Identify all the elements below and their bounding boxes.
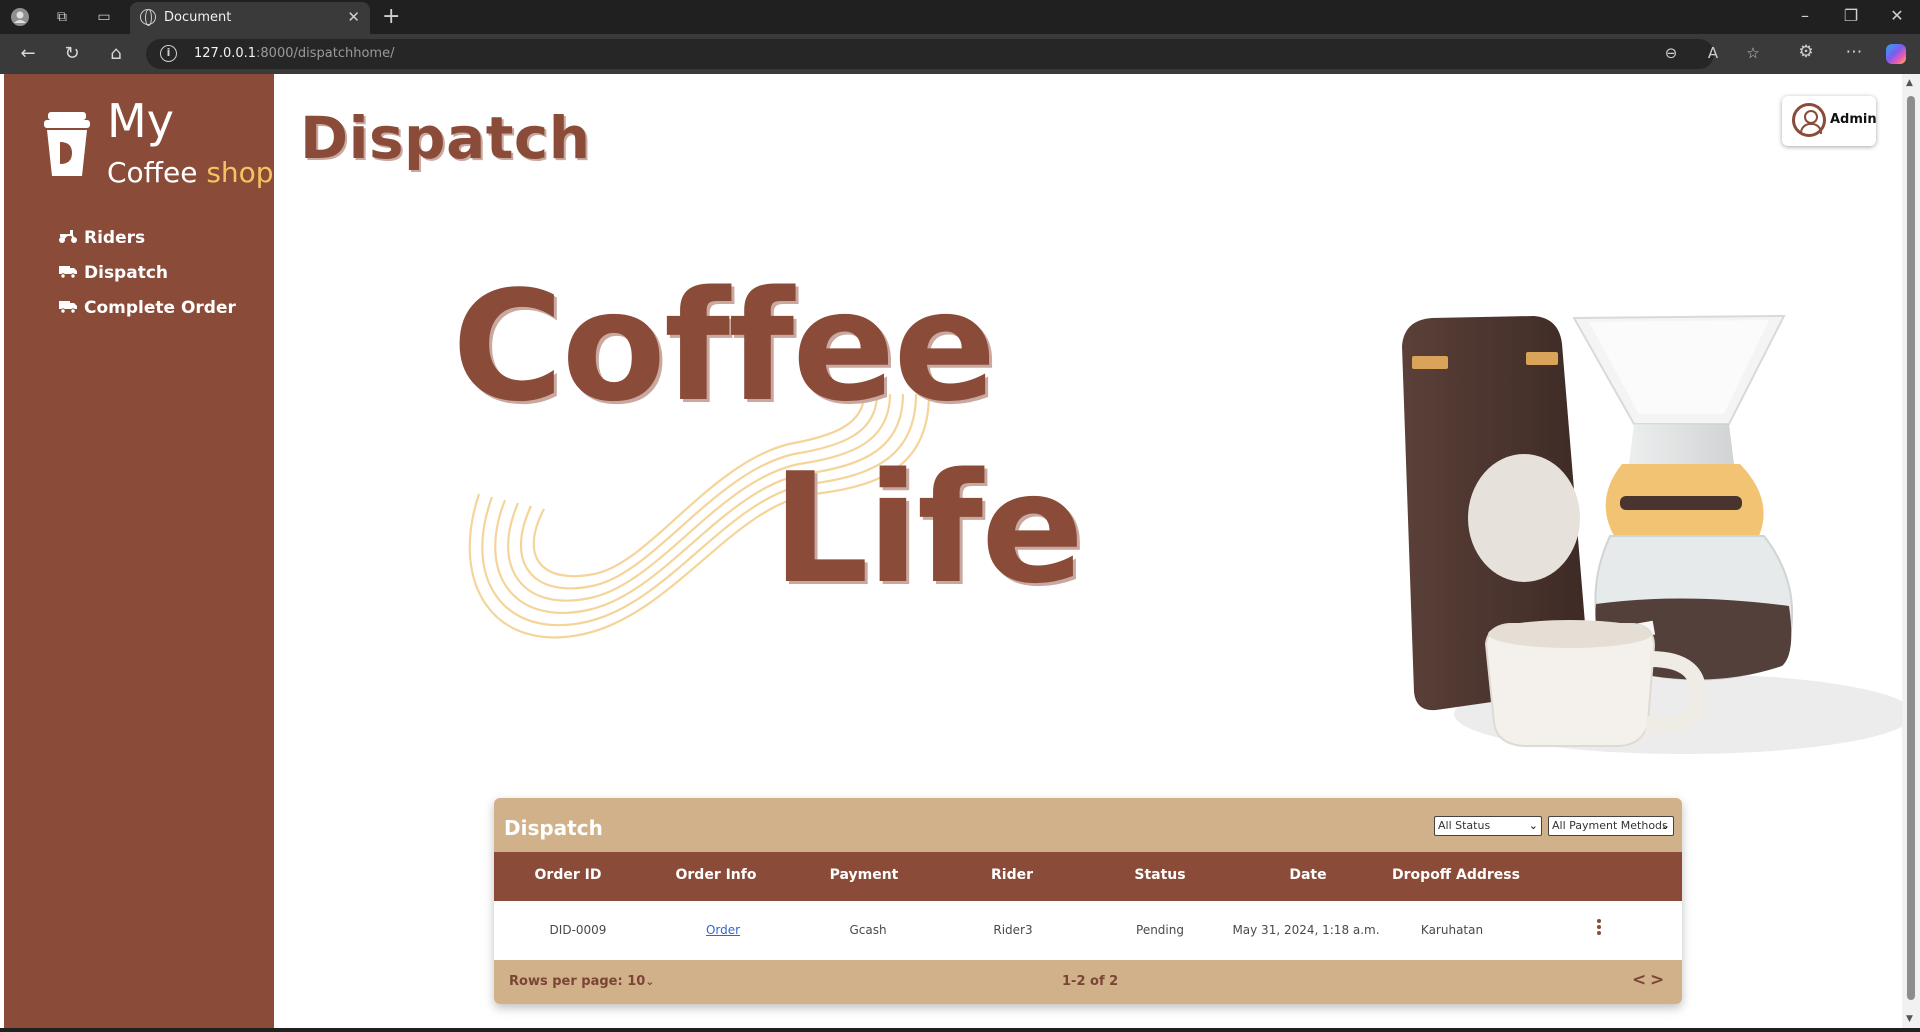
- globe-icon: [140, 9, 156, 26]
- status-filter-value: All Status: [1438, 819, 1491, 832]
- back-icon[interactable]: ←: [16, 43, 40, 64]
- rows-per-page-select[interactable]: Rows per page: 10⌄: [509, 974, 655, 989]
- previous-page-button[interactable]: <: [1632, 970, 1646, 990]
- close-window-icon[interactable]: ✕: [1882, 6, 1912, 25]
- delivery-truck-icon: [58, 298, 80, 318]
- tab-title: Document: [164, 10, 232, 25]
- restore-icon[interactable]: ❐: [1836, 6, 1866, 25]
- site-info-icon[interactable]: i: [160, 45, 177, 62]
- profile-icon[interactable]: [10, 7, 30, 27]
- workspaces-icon[interactable]: ⧉: [52, 7, 72, 27]
- logo-text-shop: shop: [206, 156, 274, 189]
- chevron-down-icon: ⌄: [1528, 819, 1538, 832]
- cell-dropoff-address: Karuhatan: [1420, 923, 1484, 937]
- chevron-down-icon: ⌄: [645, 975, 655, 988]
- favorite-star-icon[interactable]: ☆: [1742, 44, 1764, 62]
- table-title: Dispatch: [504, 816, 603, 840]
- close-tab-icon[interactable]: ✕: [347, 8, 360, 26]
- sidebar-item-label: Complete Order: [84, 297, 236, 318]
- cell-payment: Gcash: [849, 923, 887, 937]
- hero-text-life: Life: [772, 440, 1084, 617]
- sidebar: My Coffee shop Riders Dispatch Complete …: [4, 74, 274, 1028]
- sidebar-item-complete-order[interactable]: Complete Order: [58, 290, 236, 325]
- sidebar-item-dispatch[interactable]: Dispatch: [58, 255, 236, 290]
- new-tab-icon[interactable]: +: [382, 4, 400, 29]
- more-menu-icon[interactable]: ⋯: [1842, 42, 1866, 62]
- logo-text-coffee: Coffee shop: [107, 156, 274, 189]
- scroll-up-icon[interactable]: ▲: [1906, 78, 1913, 88]
- coffee-illustration: [1402, 314, 1902, 754]
- scroll-down-icon[interactable]: ▼: [1906, 1014, 1913, 1024]
- tab-actions-icon[interactable]: ▭: [94, 7, 114, 27]
- read-aloud-icon[interactable]: A: [1702, 44, 1724, 62]
- table-header-bar: Dispatch All Status ⌄ All Payment Method…: [494, 798, 1682, 852]
- rows-per-page-label: Rows per page: 10: [509, 974, 646, 989]
- browser-titlebar: ⧉ ▭ Document ✕ + – ❐ ✕: [0, 0, 1920, 34]
- hero-text-coffee: Coffee: [452, 258, 996, 435]
- column-header-dropoff-address[interactable]: Dropoff Address: [1392, 867, 1520, 883]
- status-filter-select[interactable]: All Status ⌄: [1434, 816, 1542, 836]
- zoom-icon[interactable]: ⊖: [1660, 44, 1682, 62]
- reload-icon[interactable]: ↻: [60, 43, 84, 64]
- user-menu-button[interactable]: Admin: [1782, 96, 1877, 146]
- table-column-headers: Order ID Order Info Payment Rider Status…: [494, 852, 1682, 901]
- dispatch-table-card: Dispatch All Status ⌄ All Payment Method…: [494, 798, 1682, 1004]
- copilot-icon[interactable]: [1886, 44, 1906, 64]
- sidebar-item-riders[interactable]: Riders: [58, 220, 236, 255]
- payment-filter-select[interactable]: All Payment Methods ⌄: [1548, 816, 1674, 836]
- scrollbar-thumb[interactable]: [1907, 96, 1915, 1000]
- table-footer: Rows per page: 10⌄ 1-2 of 2 < >: [494, 960, 1682, 1004]
- cell-order-id: DID-0009: [549, 923, 607, 937]
- page-title: Dispatch: [300, 104, 591, 172]
- table-row: DID-0009 Order Gcash Rider3 Pending May …: [494, 901, 1682, 960]
- column-header-date[interactable]: Date: [1289, 867, 1326, 883]
- page-viewport: My Coffee shop Riders Dispatch Complete …: [4, 74, 1902, 1028]
- page-scrollbar[interactable]: ▲ ▼: [1902, 74, 1920, 1028]
- url-text: 127.0.0.1:8000/dispatchhome/: [194, 46, 395, 61]
- column-header-order-info[interactable]: Order Info: [676, 867, 757, 883]
- pagination-info: 1-2 of 2: [1062, 974, 1119, 989]
- column-header-rider[interactable]: Rider: [991, 867, 1033, 883]
- sidebar-nav: Riders Dispatch Complete Order: [58, 220, 236, 325]
- user-label: Admin: [1830, 112, 1877, 127]
- browser-toolbar: ← ↻ ⌂ i 127.0.0.1:8000/dispatchhome/ ⊖ A…: [0, 34, 1920, 74]
- user-avatar-icon: [1792, 103, 1826, 137]
- logo-text-my: My: [107, 94, 174, 148]
- cell-date: May 31, 2024, 1:18 a.m.: [1232, 923, 1380, 937]
- column-header-payment[interactable]: Payment: [830, 867, 899, 883]
- order-info-link[interactable]: Order: [706, 923, 740, 937]
- delivery-truck-icon: [58, 263, 80, 283]
- home-icon[interactable]: ⌂: [104, 43, 128, 64]
- sidebar-item-label: Riders: [84, 227, 146, 248]
- extensions-icon[interactable]: ⚙: [1794, 42, 1818, 62]
- chevron-down-icon: ⌄: [1660, 819, 1670, 832]
- address-bar[interactable]: i 127.0.0.1:8000/dispatchhome/ ⊖ A ☆: [146, 39, 1760, 69]
- payment-filter-value: All Payment Methods: [1552, 819, 1668, 832]
- row-actions-kebab-icon[interactable]: [1596, 919, 1602, 937]
- cell-rider: Rider3: [993, 923, 1033, 937]
- next-page-button[interactable]: >: [1650, 970, 1664, 990]
- coffee-cup-logo-icon: [44, 112, 90, 176]
- browser-tab[interactable]: Document ✕: [130, 2, 370, 34]
- window-bottom-edge: [0, 1028, 1920, 1032]
- cell-status: Pending: [1136, 923, 1184, 937]
- minimize-icon[interactable]: –: [1790, 6, 1820, 25]
- sidebar-item-label: Dispatch: [84, 262, 169, 283]
- scooter-icon: [58, 228, 80, 248]
- column-header-order-id[interactable]: Order ID: [535, 867, 602, 883]
- column-header-status[interactable]: Status: [1134, 867, 1185, 883]
